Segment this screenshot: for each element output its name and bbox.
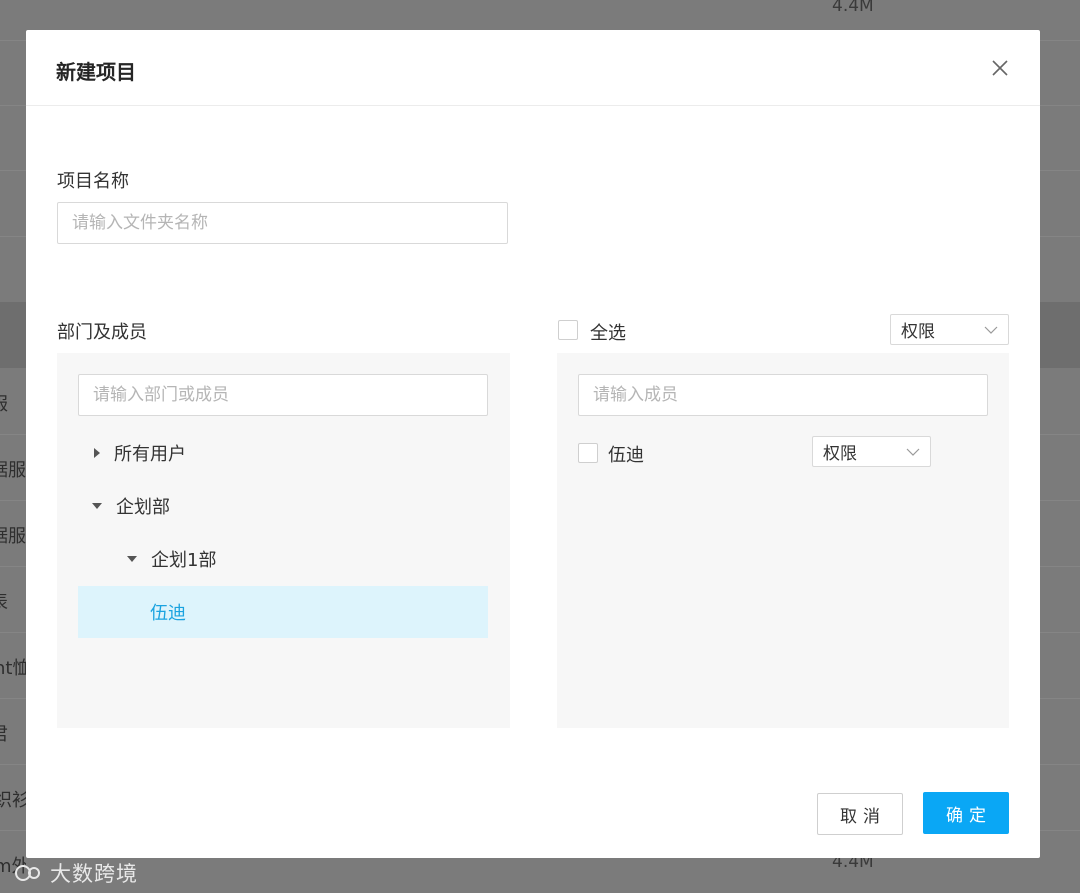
project-name-label: 项目名称 — [57, 171, 129, 192]
watermark-text: 大数跨境 — [50, 862, 138, 886]
cancel-button[interactable]: 取消 — [817, 793, 903, 835]
confirm-button[interactable]: 确定 — [923, 792, 1009, 834]
member-checkbox[interactable] — [578, 443, 598, 463]
select-all-checkbox[interactable] — [558, 320, 578, 340]
department-tree-panel: 所有用户 企划部 企划1部 伍迪 — [57, 353, 510, 728]
tree-node-label: 企划1部 — [151, 550, 217, 571]
dialog-title: 新建项目 — [56, 60, 136, 84]
background-row-text: nt恤 — [0, 658, 26, 679]
permission-select-all[interactable]: 权限 — [890, 314, 1009, 345]
background-row-text: 服 — [0, 390, 26, 416]
background-row-text: 君 — [0, 720, 26, 746]
background-row-text: 织衫 — [0, 790, 26, 811]
project-name-input[interactable] — [57, 202, 508, 244]
background-file-size: 4.4M — [832, 0, 874, 16]
member-search-input[interactable] — [578, 374, 988, 416]
departments-label: 部门及成员 — [57, 322, 147, 343]
member-permission-select[interactable]: 权限 — [812, 436, 931, 467]
watermark-logo-icon — [15, 865, 40, 881]
background-row-text: 表 — [0, 588, 26, 614]
tree-node-all-users[interactable]: 所有用户 — [78, 427, 488, 479]
member-name: 伍迪 — [608, 445, 644, 466]
chevron-down-icon — [906, 448, 920, 456]
background-row-text: 据服 — [0, 460, 26, 481]
tree-node-label: 伍迪 — [150, 603, 186, 624]
caret-down-icon[interactable] — [127, 556, 137, 562]
watermark: 大数跨境 — [14, 858, 138, 888]
tree-node-planning-dept[interactable]: 企划部 — [78, 480, 488, 532]
permission-select-value: 权限 — [823, 444, 857, 464]
caret-down-icon[interactable] — [92, 503, 102, 509]
close-icon[interactable] — [988, 56, 1012, 80]
department-search-input[interactable] — [78, 374, 488, 416]
select-all-label: 全选 — [590, 323, 626, 344]
caret-right-icon[interactable] — [94, 448, 100, 458]
member-list-panel: 伍迪 权限 — [557, 353, 1009, 728]
tree-node-label: 企划部 — [116, 497, 170, 518]
background-row-text: 据服 — [0, 526, 26, 547]
tree-node-label: 所有用户 — [114, 444, 186, 465]
chevron-down-icon — [984, 326, 998, 334]
permission-select-value: 权限 — [901, 322, 935, 342]
tree-node-planning-dept-1[interactable]: 企划1部 — [78, 533, 488, 585]
tree-node-member-wudi[interactable]: 伍迪 — [78, 586, 488, 638]
dialog-header: 新建项目 — [26, 30, 1040, 106]
new-project-dialog: 新建项目 项目名称 部门及成员 所有用户 企划部 企划1部 伍迪 全选 权限 — [26, 30, 1040, 858]
